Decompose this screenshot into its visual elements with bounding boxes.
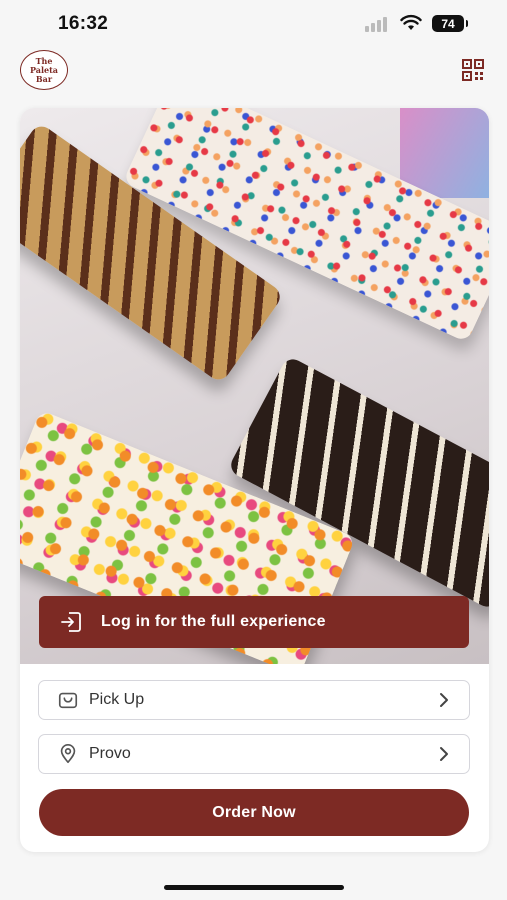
pickup-selector[interactable]: Pick Up: [38, 680, 470, 720]
chevron-right-icon: [440, 693, 448, 707]
status-time: 16:32: [58, 13, 109, 34]
location-pin-icon: [60, 744, 76, 764]
battery-level: 74: [441, 16, 455, 31]
login-banner[interactable]: Log in for the full experience: [39, 596, 469, 648]
bag-icon: [58, 692, 78, 709]
signal-icon: [365, 17, 387, 32]
hero-image: Log in for the full experience: [20, 108, 489, 664]
chevron-right-icon: [440, 747, 448, 761]
login-banner-label: Log in for the full experience: [101, 613, 326, 630]
wifi-icon: [400, 14, 422, 30]
home-indicator[interactable]: [164, 885, 344, 890]
logo-line-3: Bar: [35, 73, 53, 84]
order-now-button[interactable]: Order Now: [39, 789, 469, 836]
qr-code-icon[interactable]: [462, 59, 484, 81]
status-bar: 16:32 74: [0, 0, 507, 48]
battery-icon: 74: [432, 15, 468, 32]
pickup-label: Pick Up: [89, 691, 145, 708]
order-card: Log in for the full experience Pick Up P…: [20, 108, 489, 852]
login-icon: [61, 612, 81, 632]
location-selector[interactable]: Provo: [38, 734, 470, 774]
app-header: The Paleta Bar: [0, 48, 507, 94]
location-label: Provo: [89, 745, 131, 762]
brand-logo[interactable]: The Paleta Bar: [20, 50, 68, 90]
